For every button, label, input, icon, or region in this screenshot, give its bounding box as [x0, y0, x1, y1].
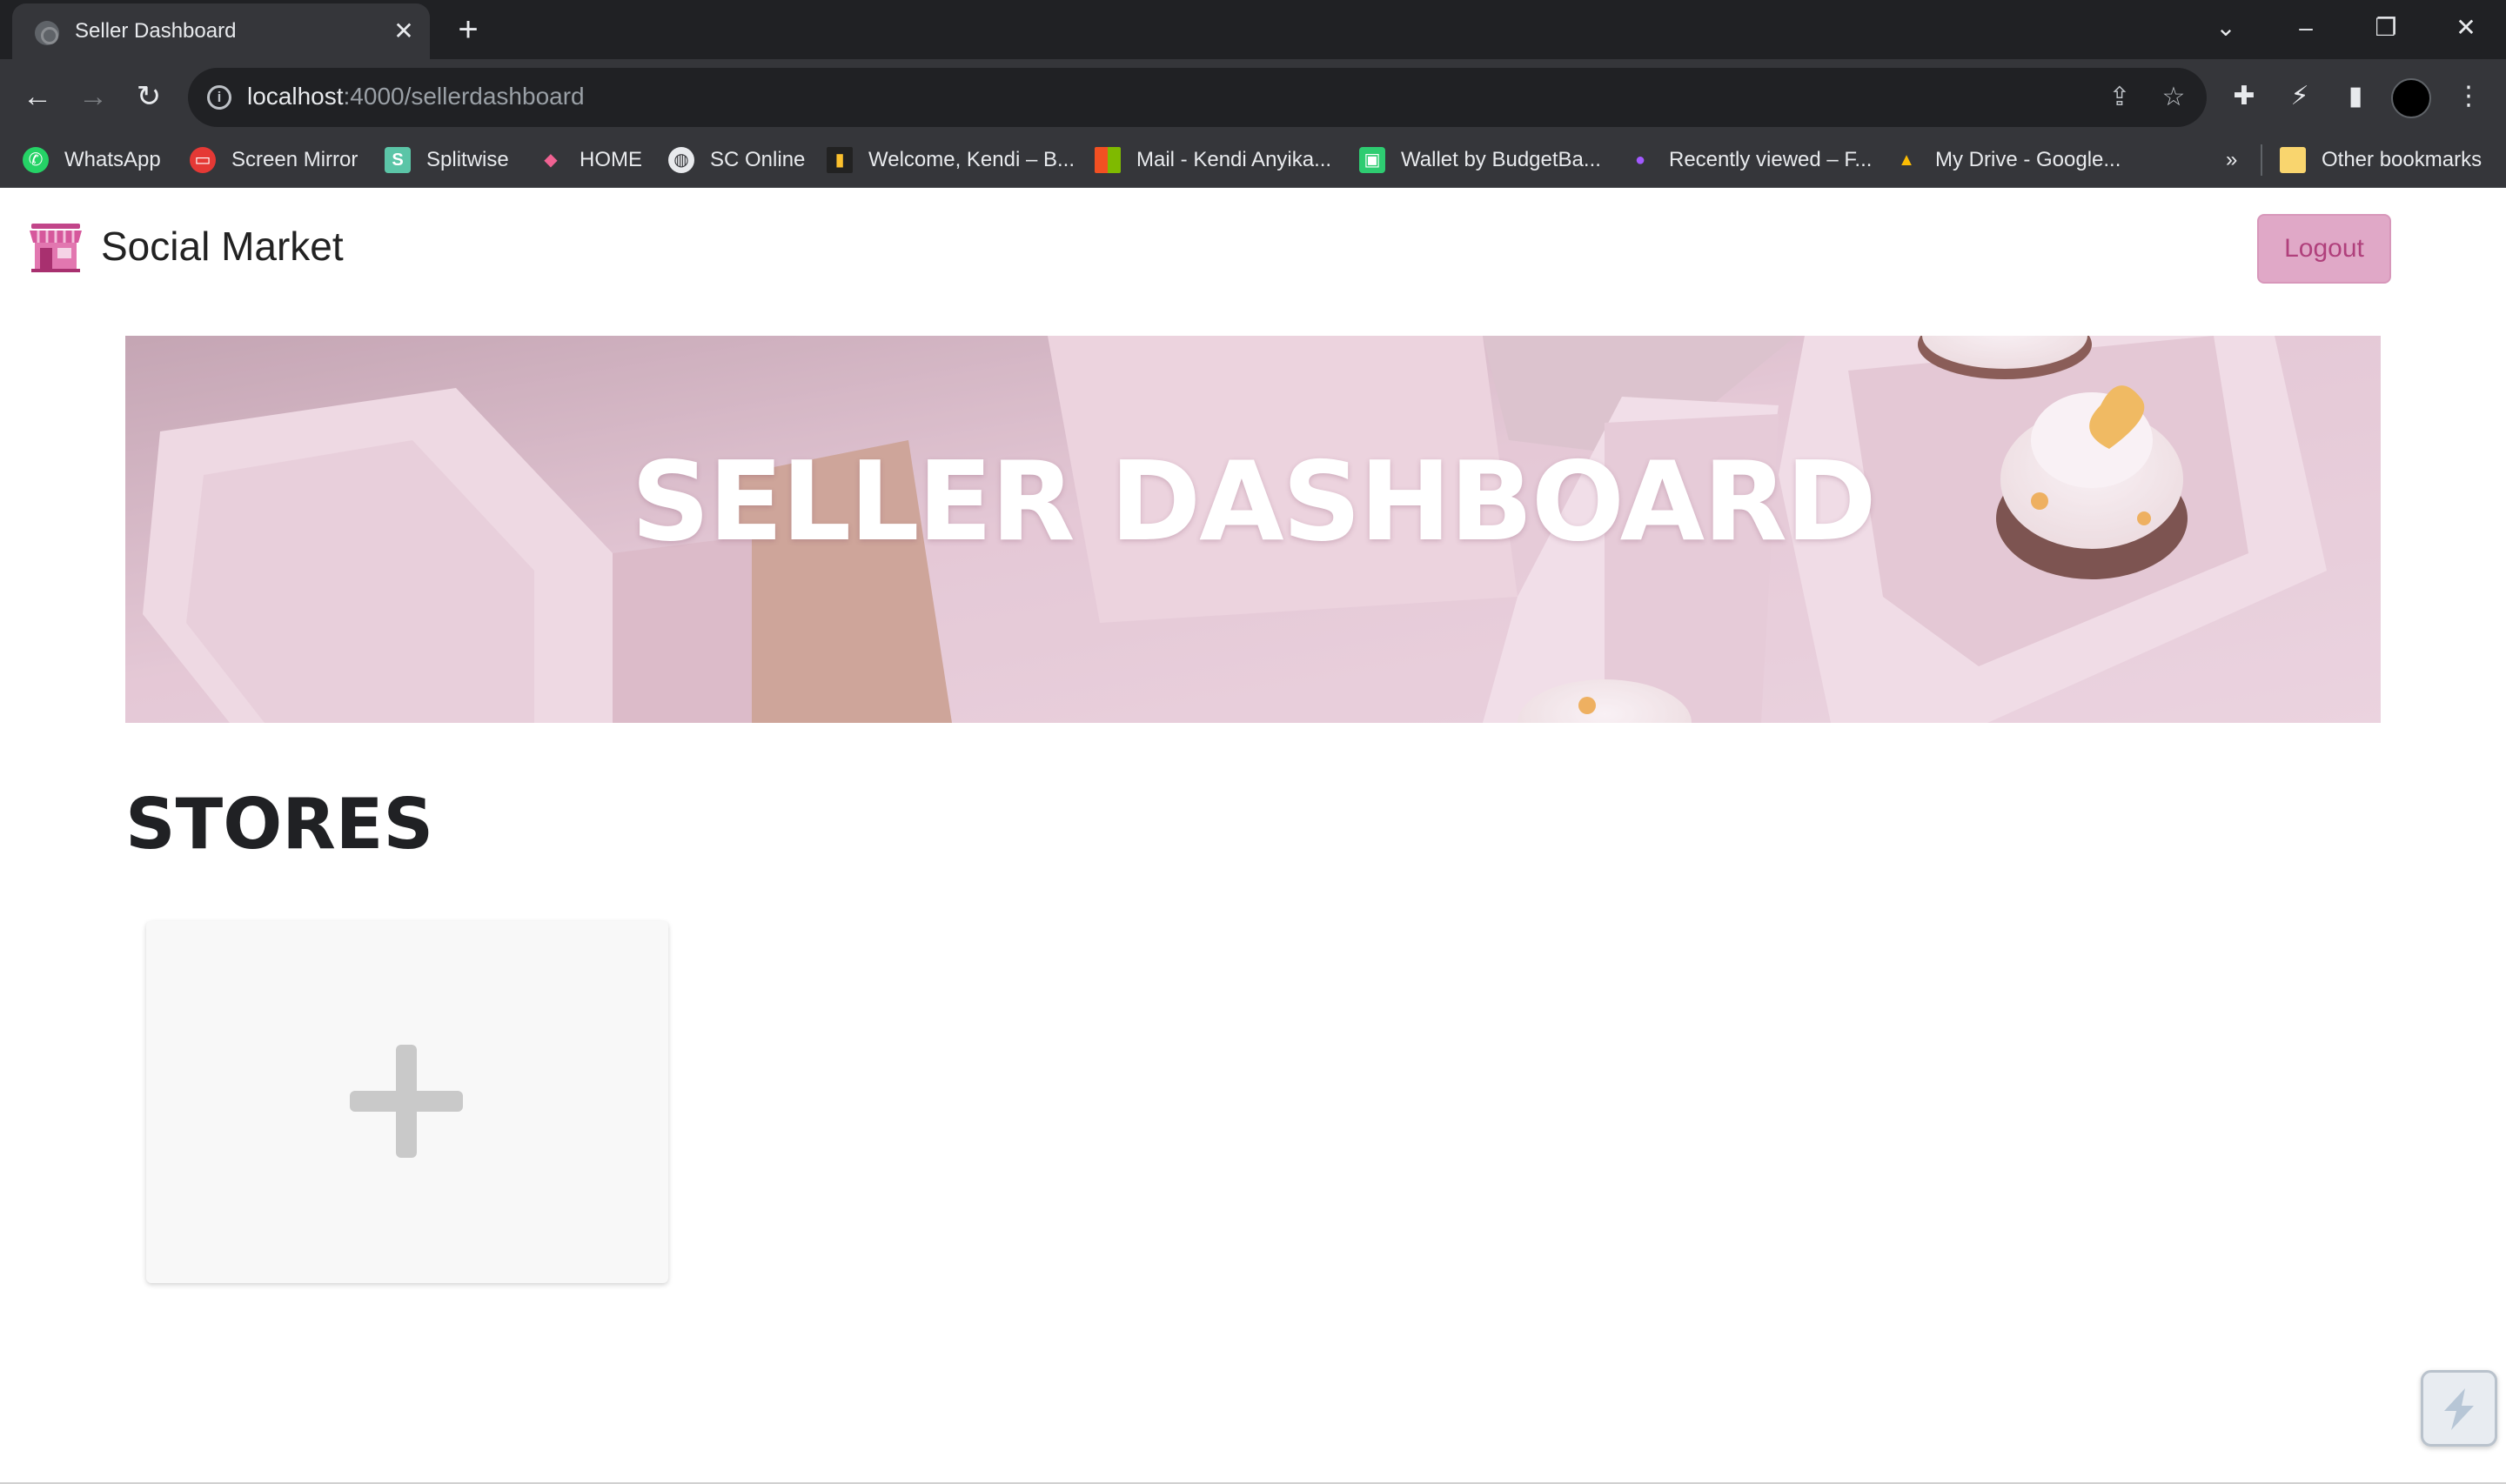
screen-mirror-icon: ▭ [190, 147, 216, 173]
chrome-menu-icon[interactable]: ⋮ [2447, 75, 2490, 118]
share-icon[interactable]: ⇪ [2102, 80, 2137, 115]
plus-icon [350, 1045, 463, 1158]
browser-toolbar: ← → ↻ i localhost:4000/sellerdashboard ⇪… [0, 59, 2506, 134]
side-panel-icon[interactable]: ▮ [2334, 75, 2377, 118]
back-arrow-icon[interactable]: ← [16, 75, 59, 118]
hero-title: SELLER DASHBOARD [631, 437, 1877, 565]
figma-icon: ● [1634, 150, 1646, 170]
store-icon [30, 224, 82, 272]
new-tab-button[interactable]: + [449, 10, 487, 49]
bookmarks-bar: ✆ WhatsApp ▭ Screen Mirror S Splitwise ◆ HOM… [0, 134, 2506, 188]
microsoft-icon [1095, 147, 1121, 173]
close-tab-icon[interactable]: ✕ [388, 16, 419, 47]
bookmarks-overflow-button[interactable]: » [2226, 143, 2237, 177]
bookmark-mail[interactable]: Mail - Kendi Anyika... [1095, 143, 1331, 177]
url-text: localhost:4000/sellerdashboard [247, 83, 585, 110]
bookmark-wallet[interactable]: ▣ Wallet by BudgetBa... [1359, 143, 1601, 177]
bookmark-screen-mirror[interactable]: ▭ Screen Mirror [190, 143, 358, 177]
globe-icon [35, 21, 59, 45]
wallet-icon: ▣ [1359, 147, 1385, 173]
restore-window-icon[interactable]: ❐ [2362, 5, 2410, 50]
address-bar[interactable]: i localhost:4000/sellerdashboard ⇪ ☆ [188, 68, 2207, 127]
minimize-window-icon[interactable]: – [2282, 5, 2330, 50]
bolt-icon [2444, 1388, 2474, 1430]
stores-section-title: STORES [125, 784, 434, 865]
extension-bolt-icon[interactable]: ⚡ [2278, 75, 2322, 118]
brand-name: Social Market [101, 224, 344, 269]
forward-arrow-icon[interactable]: → [71, 75, 115, 118]
tab-search-chevron-icon[interactable]: ⌄ [2201, 5, 2250, 50]
splitwise-icon: S [385, 147, 411, 173]
google-drive-icon: ▲ [1898, 150, 1915, 170]
bookmark-sc-online[interactable]: ◍ SC Online [668, 143, 805, 177]
extensions-puzzle-icon[interactable]: ✚ [2222, 75, 2266, 118]
reload-icon[interactable]: ↻ [127, 75, 171, 118]
bookmark-star-icon[interactable]: ☆ [2156, 80, 2191, 115]
browser-tab-strip: Seller Dashboard ✕ + ⌄ – ❐ ✕ [0, 0, 2506, 59]
site-info-icon[interactable]: i [207, 85, 231, 110]
tab-title: Seller Dashboard [75, 19, 237, 43]
bookmark-google-drive[interactable]: ▲ My Drive - Google... [1893, 143, 2121, 177]
browser-tab[interactable]: Seller Dashboard ✕ [12, 3, 430, 59]
bookmark-splitwise[interactable]: S Splitwise [385, 143, 509, 177]
brand[interactable]: Social Market [28, 220, 344, 272]
other-bookmarks[interactable]: Other bookmarks [2280, 143, 2482, 177]
whatsapp-icon: ✆ [23, 147, 49, 173]
add-store-card[interactable] [146, 921, 668, 1283]
globe-icon: ◍ [668, 147, 694, 173]
logout-button[interactable]: Logout [2257, 214, 2391, 284]
bookmarks-separator [2261, 144, 2262, 176]
page-viewport: Social Market Logout SELLER DASHBOARD ST… [0, 189, 2506, 1484]
bar-chart-icon: ▮ [827, 147, 853, 173]
bookmark-figma[interactable]: ● Recently viewed – F... [1627, 143, 1872, 177]
folder-icon [2280, 147, 2306, 173]
bookmark-welcome-kendi[interactable]: ▮ Welcome, Kendi – B... [827, 143, 1075, 177]
profile-avatar[interactable] [2391, 78, 2431, 118]
bookmark-home[interactable]: ◆ HOME [538, 143, 642, 177]
home-icon: ◆ [544, 150, 558, 170]
hero-banner: SELLER DASHBOARD [125, 336, 2381, 723]
bookmark-whatsapp[interactable]: ✆ WhatsApp [23, 143, 161, 177]
close-window-icon[interactable]: ✕ [2442, 5, 2490, 50]
floating-extension-button[interactable] [2421, 1370, 2497, 1447]
